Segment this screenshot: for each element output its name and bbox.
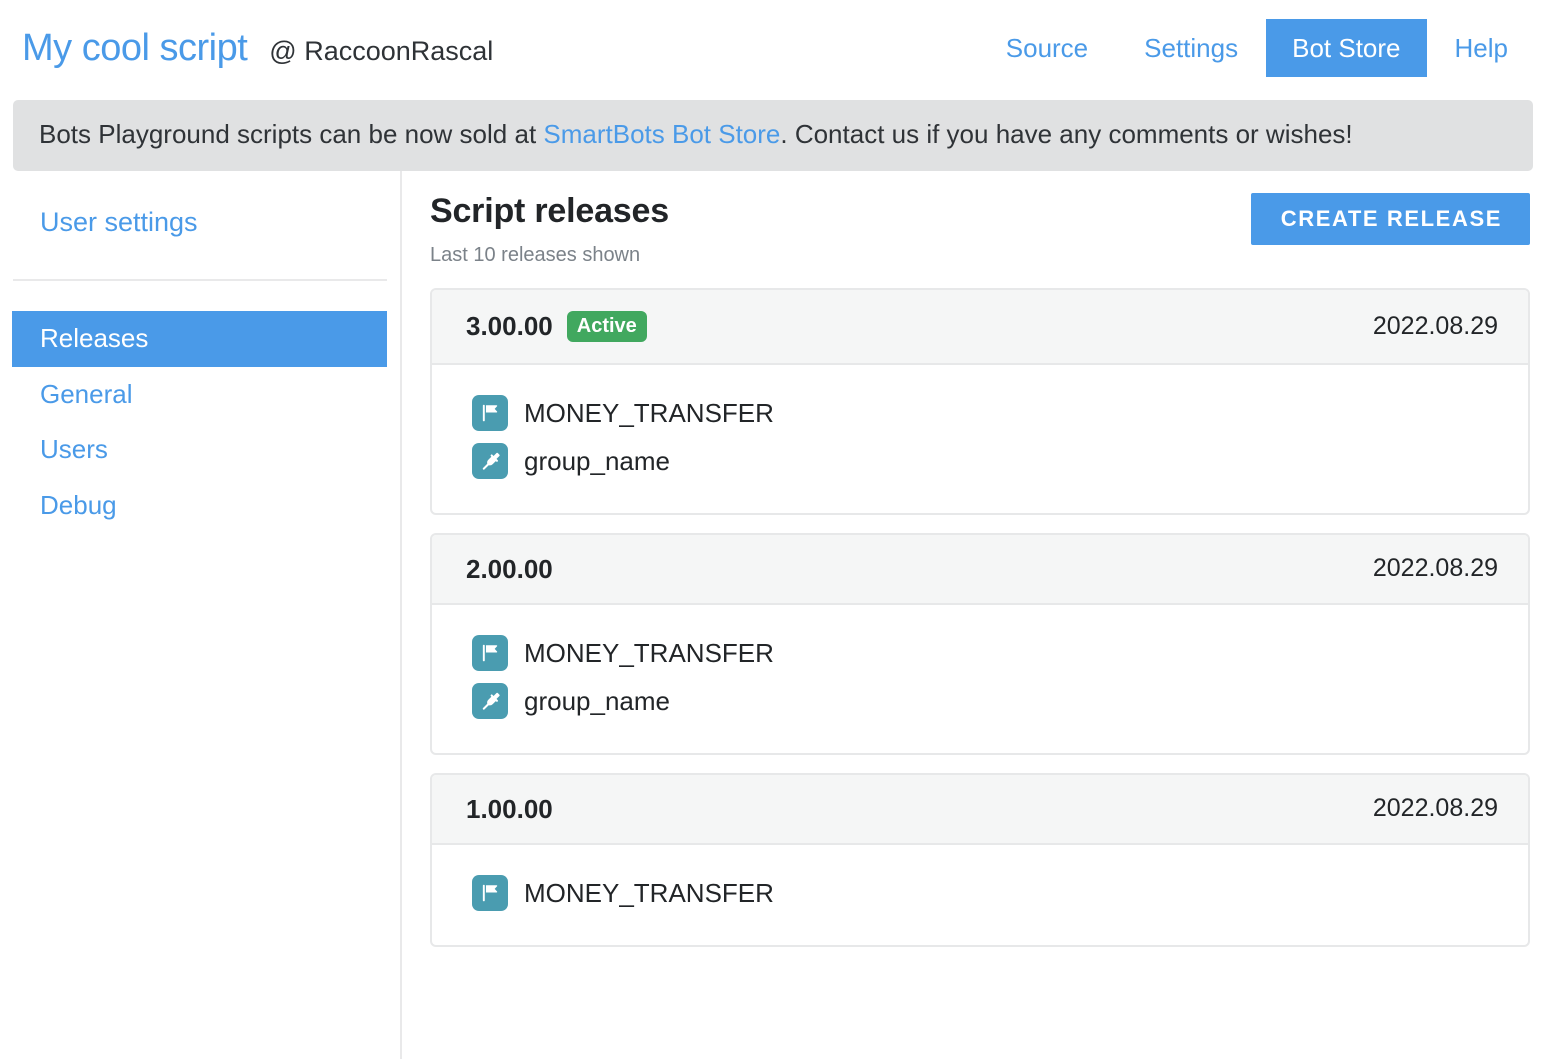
release-resource-label: MONEY_TRANSFER [524, 397, 774, 428]
flag-icon [472, 634, 508, 671]
release-resource-label: MONEY_TRANSFER [524, 877, 774, 908]
top-nav: Source Settings Bot Store Help [978, 19, 1524, 77]
release-card: 3.00.00 Active 2022.08.29 MONEY_TRANSFERgro… [430, 287, 1530, 515]
sidebar-menu: Releases General Users Debug [0, 311, 400, 533]
main-header: Script releases Last 10 releases shown C… [430, 191, 1530, 266]
sidebar-item-general[interactable]: General [12, 367, 387, 423]
release-date: 2022.08.29 [1372, 311, 1498, 340]
sidebar-heading-user-settings[interactable]: User settings [0, 198, 400, 248]
nav-link-help[interactable]: Help [1427, 35, 1524, 61]
content-layout: User settings Releases General Users Debug … [0, 170, 1546, 1059]
release-list: 3.00.00 Active 2022.08.29 MONEY_TRANSFER gro… [430, 287, 1530, 947]
sidebar-divider [13, 279, 387, 282]
release-card-body: MONEY_TRANSFER group_name [432, 365, 1528, 513]
nav-link-settings[interactable]: Settings [1116, 35, 1266, 61]
sidebar-item-users[interactable]: Users [12, 422, 387, 478]
release-resource-label: MONEY_TRANSFER [524, 637, 774, 668]
release-resource-row: MONEY_TRANSFER [472, 634, 1494, 671]
release-card-body: MONEY_TRANSFER group_name [432, 605, 1528, 753]
brand: My cool script @ RaccoonRascal [22, 29, 493, 67]
release-resource-row: MONEY_TRANSFER [472, 394, 1494, 431]
release-resource-row: group_name [472, 682, 1494, 719]
release-card-body: MONEY_TRANSFER [432, 845, 1528, 945]
sidebar: User settings Releases General Users Debug [0, 170, 402, 1059]
section-subtitle: Last 10 releases shown [430, 243, 641, 266]
release-card-header: 3.00.00 Active 2022.08.29 [432, 289, 1528, 365]
announcement-text-before: Bots Playground scripts can be now sold … [39, 119, 544, 149]
plug-icon [472, 682, 508, 719]
release-date: 2022.08.29 [1372, 794, 1498, 823]
nav-link-source[interactable]: Source [978, 35, 1116, 61]
create-release-button[interactable]: CREATE RELEASE [1250, 192, 1530, 245]
main-header-text: Script releases Last 10 releases shown [430, 191, 669, 266]
top-bar: My cool script @ RaccoonRascal Source Set… [0, 0, 1546, 96]
release-resource-label: group_name [524, 685, 670, 716]
script-owner: @ RaccoonRascal [269, 36, 494, 66]
release-resource-label: group_name [524, 445, 670, 476]
flag-icon [472, 394, 508, 431]
status-badge: Active [566, 310, 647, 342]
announcement-banner: Bots Playground scripts can be now sold … [13, 100, 1533, 171]
release-card-header: 1.00.00 2022.08.29 [432, 774, 1528, 845]
flag-icon [472, 874, 508, 911]
release-version: 2.00.00 [466, 553, 553, 584]
nav-link-bot-store[interactable]: Bot Store [1266, 19, 1427, 77]
release-date: 2022.08.29 [1372, 554, 1498, 583]
release-version: 3.00.00 [466, 311, 553, 342]
bot-store-link[interactable]: SmartBots Bot Store [543, 119, 780, 149]
release-resource-row: MONEY_TRANSFER [472, 874, 1494, 911]
main-content: Script releases Last 10 releases shown C… [402, 171, 1546, 1059]
section-title: Script releases [430, 191, 669, 230]
sidebar-item-releases[interactable]: Releases [12, 311, 387, 367]
announcement-text-after: . Contact us if you have any comments or… [780, 119, 1353, 149]
release-card-header: 2.00.00 2022.08.29 [432, 534, 1528, 605]
page-title: My cool script [22, 27, 248, 69]
release-resource-row: group_name [472, 442, 1494, 479]
sidebar-item-debug[interactable]: Debug [12, 478, 387, 534]
release-card: 2.00.00 2022.08.29 MONEY_TRANSFER group_nam… [430, 532, 1530, 755]
plug-icon [472, 442, 508, 479]
release-card: 1.00.00 2022.08.29 MONEY_TRANSFER [430, 772, 1530, 947]
release-version: 1.00.00 [466, 793, 553, 824]
